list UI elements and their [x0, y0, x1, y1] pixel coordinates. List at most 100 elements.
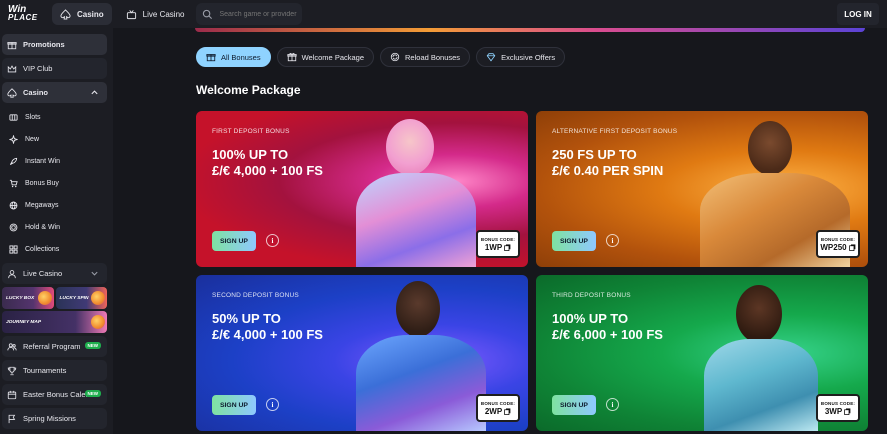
copy-icon[interactable]: [504, 243, 511, 251]
tab-label: Welcome Package: [301, 52, 365, 62]
sidebar-item-label: Live Casino: [23, 269, 63, 278]
bonus-card-third-deposit: THIRD DEPOSIT BONUS 100% UP TO £/€ 6,000…: [536, 275, 868, 431]
copy-icon[interactable]: [844, 407, 851, 415]
card-title-line2: £/€ 4,000 + 100 FS: [212, 327, 323, 342]
bonus-code-value: WP250: [820, 242, 847, 252]
chevron-down-icon[interactable]: [90, 269, 99, 278]
info-icon[interactable]: i: [606, 398, 619, 411]
sidebar-subitem-label: Instant Win: [25, 157, 61, 165]
copy-icon[interactable]: [848, 243, 856, 251]
sign-up-button[interactable]: SIGN UP: [552, 395, 596, 415]
card-label: THIRD DEPOSIT BONUS: [552, 292, 631, 299]
copy-icon[interactable]: [504, 407, 511, 415]
sign-up-button[interactable]: SIGN UP: [212, 231, 256, 251]
sparkle-icon: [9, 134, 18, 144]
sign-up-button[interactable]: SIGN UP: [552, 231, 596, 251]
diamond-icon: [486, 53, 496, 62]
lucky-box-label: LUCKY BOX: [6, 295, 35, 301]
cart-icon: [9, 179, 18, 187]
card-title: 250 FS UP TO £/€ 0.40 PER SPIN: [552, 147, 732, 179]
bonus-code-box[interactable]: BONUS CODE: 3WP: [816, 394, 860, 422]
bonus-code-box[interactable]: BONUS CODE: 2WP: [476, 394, 520, 422]
grid-icon: [9, 244, 18, 254]
promo-model-image: [346, 111, 496, 267]
sidebar-subitem-new[interactable]: New: [2, 128, 107, 150]
tab-welcome-package[interactable]: Welcome Package: [276, 47, 375, 67]
hero-banner-edge[interactable]: [195, 28, 865, 32]
info-icon[interactable]: i: [606, 234, 619, 247]
new-badge: NEW: [84, 390, 101, 397]
bonus-code-value: 2WP: [484, 406, 503, 416]
card-title-line2: £/€ 4,000 + 100 FS: [212, 163, 323, 178]
flag-icon: [8, 414, 16, 423]
bonus-card-second-deposit: SECOND DEPOSIT BONUS 50% UP TO £/€ 4,000…: [196, 275, 528, 431]
bonus-code-label: BONUS CODE:: [820, 236, 856, 242]
card-title-line1: 250 FS UP TO: [552, 147, 637, 162]
promo-model-image: [696, 275, 826, 431]
site-logo[interactable]: Win PLACE: [0, 0, 50, 28]
sidebar-subitem-slots[interactable]: Slots: [2, 106, 107, 128]
search-input[interactable]: [219, 10, 304, 18]
nav-casino[interactable]: Casino: [52, 3, 112, 25]
journey-map-tile[interactable]: JOURNEY MAP: [2, 311, 107, 333]
sidebar-subitem-label: New: [25, 135, 40, 143]
card-title: 100% UP TO £/€ 4,000 + 100 FS: [212, 147, 392, 179]
info-icon[interactable]: i: [266, 398, 279, 411]
bonus-code-box[interactable]: BONUS CODE: WP250: [816, 230, 860, 258]
sidebar-subitem-megaways[interactable]: Megaways: [2, 194, 107, 216]
lucky-spin-tile[interactable]: LUCKY SPIN: [55, 287, 107, 309]
card-title-line2: £/€ 0.40 PER SPIN: [552, 163, 664, 178]
gift-icon: [206, 54, 216, 62]
sidebar-item-referral[interactable]: Referral Program NEW: [2, 336, 107, 357]
sidebar-subitem-label: Slots: [25, 113, 41, 121]
users-icon: [7, 342, 17, 350]
sidebar-subitem-instant-win[interactable]: Instant Win: [2, 150, 107, 172]
sign-up-button[interactable]: SIGN UP: [212, 395, 256, 415]
live-tv-icon: [126, 9, 136, 19]
nav-live-casino-label: Live Casino: [142, 9, 185, 19]
bonus-code-label: BONUS CODE:: [820, 400, 856, 406]
bonus-code-label: BONUS CODE:: [480, 400, 516, 406]
sidebar-item-promotions[interactable]: Promotions: [2, 34, 107, 55]
tab-exclusive-offers[interactable]: Exclusive Offers: [476, 47, 566, 67]
promo-tiles-row-2: JOURNEY MAP: [2, 311, 107, 333]
chevron-up-icon[interactable]: [90, 88, 99, 97]
nav-casino-label: Casino: [77, 9, 104, 19]
trophy-icon: [7, 366, 17, 375]
card-title: 50% UP TO £/€ 4,000 + 100 FS: [212, 311, 392, 343]
sidebar-item-casino[interactable]: Casino: [2, 82, 107, 103]
bonus-code-value-row: 2WP: [485, 407, 511, 416]
sidebar-item-tournaments[interactable]: Tournaments: [2, 360, 107, 381]
globe-icon: [9, 201, 18, 209]
info-icon[interactable]: i: [266, 234, 279, 247]
login-button[interactable]: LOG IN: [837, 3, 879, 25]
card-title-line1: 50% UP TO: [212, 311, 281, 326]
lucky-box-tile[interactable]: LUCKY BOX: [2, 287, 54, 309]
rocket-icon: [9, 157, 18, 165]
bonus-code-value-row: WP250: [820, 243, 855, 252]
bonus-card-first-deposit: FIRST DEPOSIT BONUS 100% UP TO £/€ 4,000…: [196, 111, 528, 267]
card-label: SECOND DEPOSIT BONUS: [212, 292, 299, 299]
nav-live-casino[interactable]: Live Casino: [118, 3, 193, 25]
sidebar-item-easter-calendar[interactable]: Easter Bonus Cale... NEW: [2, 384, 107, 405]
coin-icon: [9, 223, 18, 231]
search-bar[interactable]: [196, 3, 304, 25]
tab-reload-bonuses[interactable]: Reload Bonuses: [380, 47, 471, 67]
logo-line2: PLACE: [8, 13, 38, 22]
sidebar-subitem-label: Collections: [25, 245, 60, 253]
bonus-tabs: All Bonuses Welcome Package Reload Bonus…: [196, 47, 566, 67]
bonus-card-alternative-first-deposit: ALTERNATIVE FIRST DEPOSIT BONUS 250 FS U…: [536, 111, 868, 267]
sidebar-item-spring-missions[interactable]: Spring Missions: [2, 408, 107, 429]
sidebar-subitem-bonus-buy[interactable]: Bonus Buy: [2, 172, 107, 194]
bonus-code-value-row: 3WP: [825, 407, 851, 416]
card-label: ALTERNATIVE FIRST DEPOSIT BONUS: [552, 128, 678, 135]
gift-icon: [7, 41, 17, 49]
sidebar-subitem-collections[interactable]: Collections: [2, 238, 107, 260]
sidebar-item-live-casino[interactable]: Live Casino: [2, 263, 107, 284]
tab-label: All Bonuses: [221, 52, 261, 62]
sidebar-item-vip-club[interactable]: VIP Club: [2, 58, 107, 79]
sidebar-subitem-label: Megaways: [25, 201, 59, 209]
tab-all-bonuses[interactable]: All Bonuses: [196, 47, 271, 67]
sidebar-subitem-hold-win[interactable]: Hold & Win: [2, 216, 107, 238]
bonus-code-box[interactable]: BONUS CODE: 1WP: [476, 230, 520, 258]
